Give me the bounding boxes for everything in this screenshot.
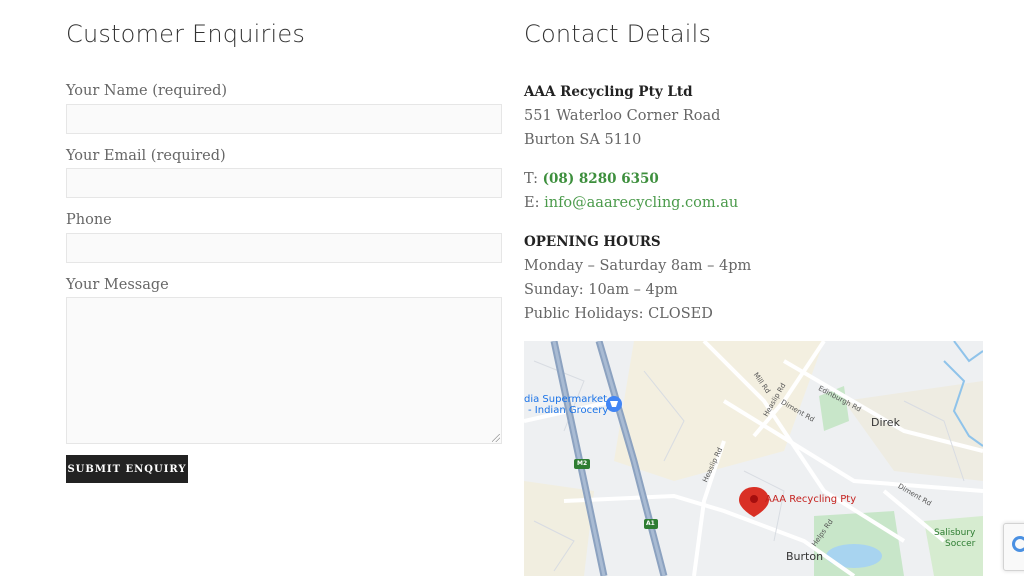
address-line-1: 551 Waterloo Corner Road xyxy=(524,108,721,124)
map-label-burton: Burton xyxy=(786,550,824,563)
name-label: Your Name (required) xyxy=(66,83,228,99)
recaptcha-icon xyxy=(1012,536,1024,552)
page: Customer Enquiries Your Name (required) … xyxy=(0,0,1024,576)
map-label-direk: Direk xyxy=(871,416,900,429)
map-label-supermarket: dia Supermarket xyxy=(524,394,608,405)
map-label-a1: A1 xyxy=(646,520,655,527)
contact-title: Contact Details xyxy=(524,20,712,48)
map-label-salisbury: Salisbury xyxy=(934,528,976,538)
phone-label: Phone xyxy=(66,212,112,228)
submit-enquiry-button[interactable]: SUBMIT ENQUIRY xyxy=(66,455,188,483)
company-name: AAA Recycling Pty Ltd xyxy=(524,84,693,100)
message-label: Your Message xyxy=(66,277,169,293)
email-link[interactable]: info@aaarecycling.com.au xyxy=(544,195,738,211)
email-input[interactable] xyxy=(66,168,502,198)
message-textarea[interactable] xyxy=(66,297,502,444)
address-line-2: Burton SA 5110 xyxy=(524,132,642,148)
location-map[interactable]: dia Supermarket - Indian Grocery Mill Rd… xyxy=(524,341,983,576)
form-title: Customer Enquiries xyxy=(66,20,306,48)
map-label-soccer: Soccer xyxy=(945,539,976,549)
phone-line: T: (08) 8280 6350 xyxy=(524,171,659,187)
phone-link[interactable]: (08) 8280 6350 xyxy=(543,171,659,187)
email-label: Your Email (required) xyxy=(66,148,226,164)
hours-sunday: Sunday: 10am – 4pm xyxy=(524,282,678,298)
hours-weekday: Monday – Saturday 8am – 4pm xyxy=(524,258,752,274)
map-label-pin: AAA Recycling Pty xyxy=(765,494,857,505)
hours-holidays: Public Holidays: CLOSED xyxy=(524,306,713,322)
recaptcha-badge[interactable] xyxy=(1003,523,1024,571)
map-label-grocery: - Indian Grocery xyxy=(528,405,609,416)
phone-prefix: T: xyxy=(524,171,543,187)
resize-grip-icon[interactable] xyxy=(492,434,500,442)
email-prefix: E: xyxy=(524,195,545,211)
name-input[interactable] xyxy=(66,104,502,134)
hours-title: OPENING HOURS xyxy=(524,234,661,250)
phone-input[interactable] xyxy=(66,233,502,263)
map-label-m2: M2 xyxy=(577,460,588,467)
email-line: E: info@aaarecycling.com.au xyxy=(524,195,738,211)
